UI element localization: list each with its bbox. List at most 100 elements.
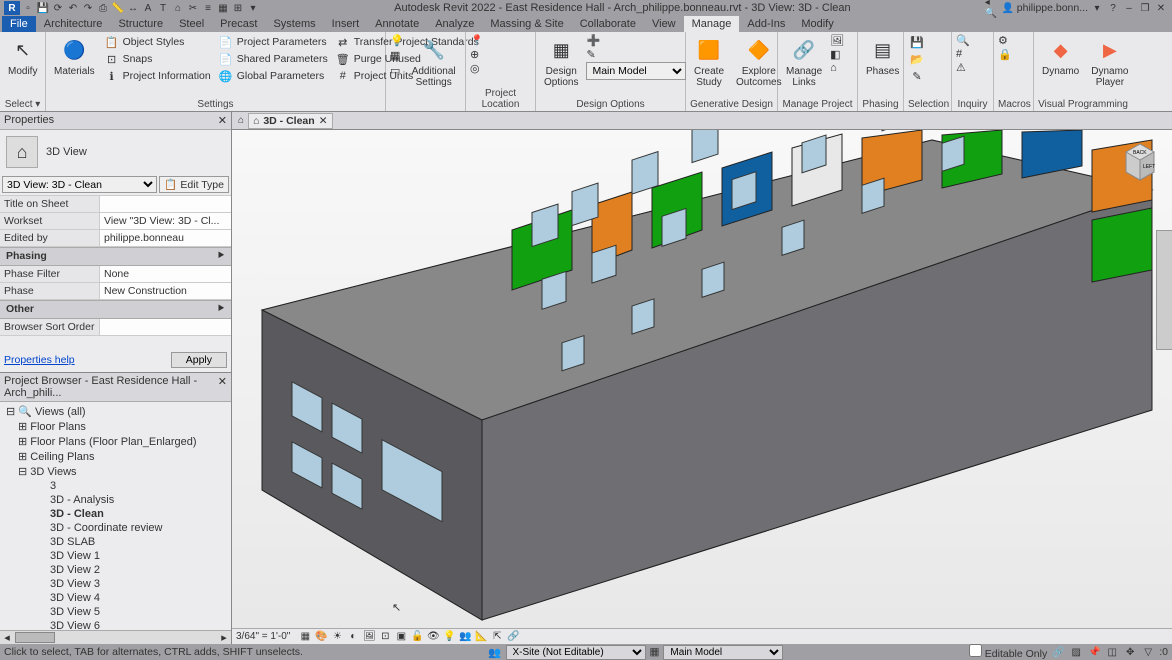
tree-node[interactable]: ⊞ Floor Plans (2, 419, 229, 434)
save-selection-button[interactable]: 💾 (908, 34, 926, 50)
property-row[interactable]: WorksetView "3D View: 3D - Cl... (0, 213, 231, 230)
pick-to-edit-icon[interactable]: ✎ (586, 48, 686, 61)
cart-icon[interactable]: ▾ (1090, 1, 1104, 15)
panel-close-icon[interactable]: ✕ (218, 375, 227, 399)
user-icon[interactable]: 👤 (1001, 1, 1015, 15)
sync-icon[interactable]: ⟳ (51, 1, 65, 15)
object-styles-button[interactable]: 📋Object Styles (103, 34, 213, 50)
detail-level-icon[interactable]: ▦ (298, 630, 312, 644)
tree-node[interactable]: 3D View 3 (2, 577, 229, 591)
tab-structure[interactable]: Structure (110, 16, 171, 32)
user-name[interactable]: philippe.bonn... (1017, 2, 1088, 14)
thin-lines-icon[interactable]: ≡ (201, 1, 215, 15)
phases-button[interactable]: ▤Phases (862, 34, 903, 79)
view-scale[interactable]: 3/64" = 1'-0" (236, 631, 290, 642)
property-value[interactable]: View "3D View: 3D - Cl... (100, 213, 231, 229)
help-icon[interactable]: ? (1106, 1, 1120, 15)
design-options-button[interactable]: ▦Design Options (540, 34, 582, 90)
ids-of-selection-icon[interactable]: 🔍 (956, 34, 970, 47)
unlock-3d-icon[interactable]: 🔓 (410, 630, 424, 644)
property-value[interactable]: None (100, 266, 231, 282)
undo-icon[interactable]: ↶ (66, 1, 80, 15)
macro-security-icon[interactable]: 🔒 (998, 48, 1012, 61)
browser-tree[interactable]: ⊟ 🔍 Views (all) ⊞ Floor Plans⊞ Floor Pla… (0, 402, 231, 630)
design-option-status-icon[interactable]: ▦ (650, 646, 660, 658)
tree-node[interactable]: 3D View 4 (2, 591, 229, 605)
manage-links-button[interactable]: 🔗Manage Links (782, 34, 826, 90)
open-icon[interactable]: ▫ (21, 1, 35, 15)
file-tab[interactable]: File (2, 16, 36, 32)
scroll-right-icon[interactable]: ▸ (217, 631, 231, 644)
restore-icon[interactable]: ❐ (1138, 1, 1152, 15)
panel-close-icon[interactable]: ✕ (218, 114, 227, 127)
search-icon[interactable]: ◂🔍 (985, 1, 999, 15)
properties-help-link[interactable]: Properties help (4, 354, 75, 366)
tab-annotate[interactable]: Annotate (367, 16, 427, 32)
materials-button[interactable]: 🔵Materials (50, 34, 99, 79)
tab-view[interactable]: View (644, 16, 684, 32)
home-icon[interactable]: ⌂ (234, 114, 248, 128)
minimize-icon[interactable]: – (1122, 1, 1136, 15)
additional-settings-button[interactable]: 🔧Additional Settings (408, 34, 460, 90)
project-params-button[interactable]: 📄Project Parameters (217, 34, 330, 50)
mep-icon[interactable]: 💡 (390, 34, 404, 47)
tree-node[interactable]: 3D - Coordinate review (2, 521, 229, 535)
edit-selection-button[interactable]: ✎ (908, 68, 926, 84)
dimension-icon[interactable]: ↔ (126, 1, 140, 15)
default-3d-icon[interactable]: ⌂ (171, 1, 185, 15)
text-icon[interactable]: T (156, 1, 170, 15)
tab-systems[interactable]: Systems (265, 16, 323, 32)
type-selector[interactable]: 3D View: 3D - Clean (2, 176, 157, 193)
print-icon[interactable]: ⎙ (96, 1, 110, 15)
select-underlay-icon[interactable]: ▨ (1069, 645, 1083, 659)
property-value[interactable] (100, 319, 231, 335)
viewport-3d[interactable]: BACK LEFT ↖ (232, 130, 1172, 628)
property-value[interactable] (100, 196, 231, 212)
tree-node[interactable]: 3D - Analysis (2, 493, 229, 507)
apply-button[interactable]: Apply (171, 352, 227, 368)
tree-node[interactable]: 3D View 2 (2, 563, 229, 577)
panel-icon[interactable]: ▦ (390, 49, 404, 62)
close-hidden-icon[interactable]: ▦ (216, 1, 230, 15)
switch-windows-icon[interactable]: ⊞ (231, 1, 245, 15)
tab-close-icon[interactable]: ✕ (319, 115, 328, 127)
select-by-id-icon[interactable]: # (956, 48, 970, 60)
edit-type-button[interactable]: 📋 Edit Type (159, 176, 229, 193)
active-workset-select[interactable]: X-Site (Not Editable) (506, 645, 646, 660)
property-row[interactable]: Browser Sort Order (0, 319, 231, 336)
tab-add-ins[interactable]: Add-Ins (739, 16, 793, 32)
property-row[interactable]: PhaseNew Construction (0, 283, 231, 300)
macro-manager-icon[interactable]: ⚙ (998, 34, 1012, 47)
section-icon[interactable]: ✂ (186, 1, 200, 15)
dynamo-button[interactable]: ◆Dynamo (1038, 34, 1083, 79)
select-face-icon[interactable]: ◫ (1105, 645, 1119, 659)
project-info-button[interactable]: ℹProject Information (103, 68, 213, 84)
workset-icon[interactable]: 👥 (488, 646, 501, 659)
tree-node[interactable]: 3D View 1 (2, 549, 229, 563)
view-tab-3d-clean[interactable]: ⌂ 3D - Clean ✕ (248, 113, 333, 129)
dynamo-player-button[interactable]: ▶Dynamo Player (1087, 34, 1132, 90)
view-category-icon[interactable]: ⌂ (6, 136, 38, 168)
select-pinned-icon[interactable]: 📌 (1087, 645, 1101, 659)
tab-insert[interactable]: Insert (324, 16, 368, 32)
reveal-constraints-icon[interactable]: 🔗 (506, 630, 520, 644)
tab-collaborate[interactable]: Collaborate (572, 16, 644, 32)
tree-node[interactable]: 3 (2, 479, 229, 493)
select-links-icon[interactable]: 🔗 (1051, 645, 1065, 659)
browser-scrollbar[interactable]: ◂ ▸ (0, 630, 231, 644)
global-params-button[interactable]: 🌐Global Parameters (217, 68, 330, 84)
tree-node[interactable]: 3D View 6 (2, 619, 229, 630)
view-cube[interactable]: BACK LEFT (1116, 138, 1164, 186)
drag-elements-icon[interactable]: ✥ (1123, 645, 1137, 659)
redo-icon[interactable]: ↷ (81, 1, 95, 15)
property-value[interactable]: philippe.bonneau (100, 230, 231, 246)
revit-logo-icon[interactable]: R (4, 1, 20, 15)
shared-params-button[interactable]: 📄Shared Parameters (217, 51, 330, 67)
visual-style-icon[interactable]: 🎨 (314, 630, 328, 644)
highlight-displacement-icon[interactable]: ⇱ (490, 630, 504, 644)
filter-icon[interactable]: ▽ (1141, 645, 1155, 659)
tree-node[interactable]: 3D View 5 (2, 605, 229, 619)
select-group-label[interactable]: Select ▾ (4, 99, 41, 111)
editable-only-checkbox[interactable]: Editable Only (969, 644, 1047, 660)
close-icon[interactable]: ✕ (1154, 1, 1168, 15)
